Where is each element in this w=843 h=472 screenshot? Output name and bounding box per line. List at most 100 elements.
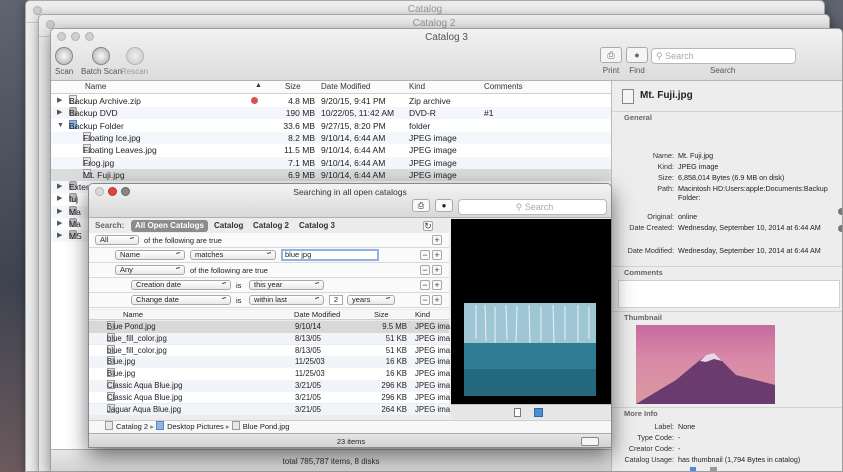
scope-catalog[interactable]: Catalog [210, 220, 247, 232]
reveal-arrow-icon[interactable] [838, 225, 842, 232]
col-size[interactable]: Size [374, 310, 389, 319]
add-criterion-button[interactable]: + [432, 265, 442, 275]
file-row[interactable]: ▶ Backup Archive.zip 4.8 MB 9/20/15, 9:41 P… [51, 95, 611, 107]
add-criterion-button[interactable]: + [432, 235, 442, 245]
path-item[interactable]: Desktop Pictures [167, 422, 224, 431]
scan-button[interactable]: Scan [55, 47, 73, 76]
field-select[interactable]: Change date [131, 295, 231, 305]
general-field: Path: Macintosh HD:Users:apple:Documents:… [657, 184, 828, 202]
result-row[interactable]: Jaguar Aqua Blue.jpg 3/21/05 264 KB JPEG im… [89, 403, 450, 416]
general-field: Name: Mt. Fuji.jpg [652, 151, 714, 160]
preview-pane [451, 219, 611, 404]
file-date: 10/22/05, 11:42 AM [321, 108, 395, 119]
date-operator-select[interactable]: within last [249, 295, 324, 305]
find-icon[interactable]: ● [435, 199, 453, 212]
col-kind[interactable]: Kind [415, 310, 430, 319]
result-size: 296 KB [381, 392, 407, 402]
image-icon[interactable] [534, 408, 543, 417]
col-comments[interactable]: Comments [484, 82, 523, 91]
document-icon[interactable] [514, 408, 521, 417]
print-icon[interactable]: ⎙ [412, 199, 430, 212]
disclosure-closed-icon[interactable]: ▶ [57, 230, 62, 242]
thumbnail-image [636, 325, 775, 404]
all-any-select[interactable]: All [95, 235, 139, 245]
column-header: Name ▲ Size Date Modified Kind Comments [51, 81, 611, 94]
disclosure-closed-icon[interactable]: ▶ [57, 193, 62, 205]
general-section[interactable]: General [612, 111, 842, 123]
disclosure-closed-icon[interactable]: ▶ [57, 95, 62, 107]
result-date: 3/21/05 [295, 404, 322, 414]
result-date: 3/21/05 [295, 381, 322, 390]
remove-criterion-button[interactable]: − [420, 295, 430, 305]
file-row[interactable]: ▶ Backup DVD 190 MB 10/22/05, 11:42 AM DVD-R… [51, 107, 611, 120]
scope-catalog-3[interactable]: Catalog 3 [295, 220, 339, 232]
scope-catalog-2[interactable]: Catalog 2 [249, 220, 293, 232]
disclosure-closed-icon[interactable]: ▶ [57, 107, 62, 119]
remove-criterion-button[interactable]: − [420, 265, 430, 275]
result-row[interactable]: blue_fill_color.jpg 8/13/05 51 KB JPEG ima [89, 332, 450, 345]
add-criterion-button[interactable]: + [432, 250, 442, 260]
col-date[interactable]: Date Modified [294, 310, 340, 319]
remove-criterion-button[interactable]: − [420, 280, 430, 290]
sidebar-toggle-button[interactable] [581, 437, 599, 446]
col-size[interactable]: Size [285, 82, 301, 91]
date-select[interactable]: this year [249, 280, 324, 290]
remove-criterion-button[interactable]: − [420, 250, 430, 260]
file-row[interactable]: Floating Leaves.jpg 11.5 MB 9/10/14, 6:44 … [51, 144, 611, 156]
rescan-button[interactable]: Rescan [121, 47, 148, 76]
find-button[interactable]: ● Find [626, 47, 648, 75]
all-any-select[interactable]: Any [115, 265, 185, 275]
path-item[interactable]: Catalog 2 [116, 422, 148, 431]
result-row[interactable]: Classic Aqua Blue.jpg 3/21/05 296 KB JPEG i… [89, 380, 450, 392]
file-row[interactable]: Mt. Fuji.jpg 6.9 MB 9/10/14, 6:44 AM JPEG i… [51, 168, 611, 181]
result-row[interactable]: Blue.jpg 11/25/03 16 KB JPEG ima [89, 356, 450, 368]
unit-select[interactable]: years [347, 295, 395, 305]
disclosure-closed-icon[interactable]: ▶ [57, 181, 62, 193]
search-field[interactable]: ⚲ Search [651, 48, 796, 64]
disclosure-closed-icon[interactable]: ▶ [57, 206, 62, 218]
result-row[interactable]: Blue Pond.jpg 9/10/14 9.5 MB JPEG ima [89, 321, 450, 333]
more-info-section[interactable]: More Info [612, 407, 842, 419]
reveal-arrow-icon[interactable] [838, 208, 842, 215]
file-kind: folder [409, 120, 431, 131]
thumbnail-section[interactable]: Thumbnail [612, 311, 842, 323]
file-row[interactable]: ▼ Backup Folder 33.6 MB 9/27/15, 8:20 PM fol… [51, 119, 611, 132]
file-date: 9/10/14, 6:44 AM [321, 169, 386, 180]
col-date[interactable]: Date Modified [321, 82, 370, 91]
search-label: Search [710, 66, 736, 75]
col-kind[interactable]: Kind [409, 82, 425, 91]
field-select[interactable]: Name [115, 250, 185, 260]
result-row[interactable]: Blue.jpg 11/25/03 16 KB JPEG ima [89, 368, 450, 380]
search-field[interactable]: ⚲ Search [458, 199, 607, 215]
add-criterion-button[interactable]: + [432, 295, 442, 305]
find-icon: ● [626, 47, 648, 63]
col-name[interactable]: Name [85, 82, 106, 91]
name-value-input[interactable]: blue jpg [281, 249, 379, 261]
file-row[interactable]: Frog.jpg 7.1 MB 9/10/14, 6:44 AM JPEG image [51, 156, 611, 169]
result-row[interactable]: blue_fill_color.jpg 8/13/05 51 KB JPEG ima [89, 344, 450, 357]
general-field: Kind: JPEG image [657, 162, 719, 171]
thumbnail-icon [690, 467, 696, 471]
number-input[interactable]: 2 [329, 295, 343, 305]
rescan-icon [125, 47, 144, 65]
disclosure-open-icon[interactable]: ▼ [57, 120, 64, 132]
scope-all-open-catalogs[interactable]: All Open Catalogs [131, 220, 208, 232]
disclosure-closed-icon[interactable]: ▶ [57, 218, 62, 230]
print-button[interactable]: ⎙ Print [600, 47, 622, 75]
batch-scan-button[interactable]: Batch Scan [81, 47, 122, 76]
comments-section[interactable]: Comments [612, 266, 842, 278]
result-date: 9/10/14 [295, 322, 322, 331]
file-row[interactable]: Floating Ice.jpg 8.2 MB 9/10/14, 6:44 AM JP… [51, 131, 611, 144]
comments-field[interactable] [618, 280, 840, 308]
more-info-field: Creator Code: - [628, 444, 681, 453]
result-date: 8/13/05 [295, 345, 322, 355]
path-item[interactable]: Blue Pond.jpg [243, 422, 290, 431]
operator-select[interactable]: matches [190, 250, 276, 260]
result-row[interactable]: Classic Aqua Blue.jpg 3/21/05 296 KB JPEG i… [89, 391, 450, 404]
add-criterion-button[interactable]: + [432, 280, 442, 290]
field-select[interactable]: Creation date [131, 280, 231, 290]
status-bar: total 785,787 items, 8 disks [51, 449, 611, 471]
refresh-button[interactable]: ↻ [423, 221, 433, 231]
col-name[interactable]: Name [123, 310, 143, 319]
file-kind: JPEG image [409, 169, 457, 180]
